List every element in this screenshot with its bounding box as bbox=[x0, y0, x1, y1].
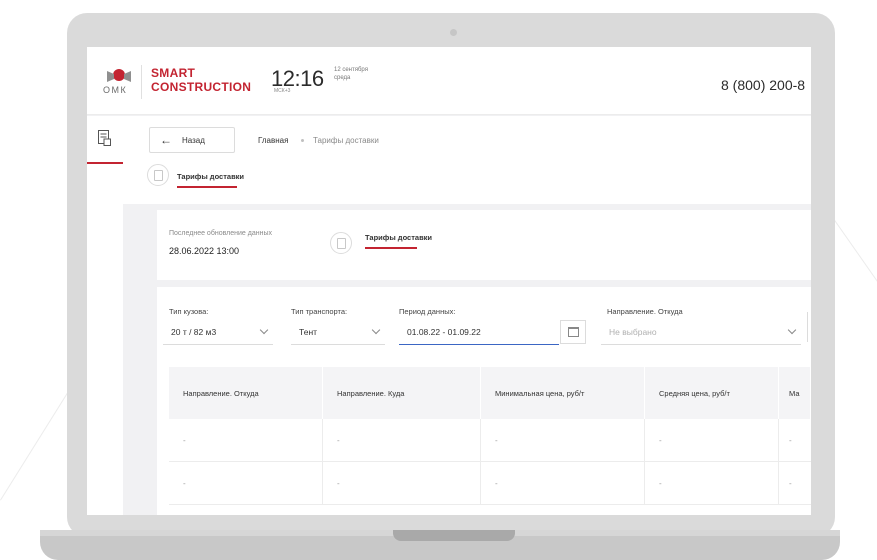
chevron-down-icon bbox=[787, 325, 797, 335]
side-rail bbox=[87, 116, 123, 515]
chevron-down-icon bbox=[371, 325, 381, 335]
breadcrumb-home[interactable]: Главная bbox=[258, 136, 288, 145]
app-screen: ОМК SMART CONSTRUCTION 12:16 12 сентября… bbox=[87, 47, 811, 515]
direction-from-label: Направление. Откуда bbox=[607, 307, 683, 316]
body-type-label: Тип кузова: bbox=[169, 307, 209, 316]
table-cell: - bbox=[169, 462, 323, 505]
table-cell: - bbox=[789, 479, 792, 488]
table-cell: - bbox=[789, 436, 792, 445]
calendar-button[interactable] bbox=[560, 320, 586, 344]
brand-line2: CONSTRUCTION bbox=[151, 80, 252, 94]
document-icon bbox=[154, 170, 163, 181]
tariffs-card: Тип кузова: 20 т / 82 м3 Тип транспорта:… bbox=[157, 287, 811, 515]
clock-date-day: 12 сентября bbox=[334, 67, 368, 73]
breadcrumb-bar: ← Назад Главная Тарифы доставки Тарифы д… bbox=[123, 116, 811, 204]
brand-line1: SMART bbox=[151, 66, 196, 80]
app-header: ОМК SMART CONSTRUCTION 12:16 12 сентября… bbox=[87, 47, 811, 115]
brand-divider bbox=[141, 65, 142, 99]
breadcrumb-current: Тарифы доставки bbox=[313, 136, 379, 145]
table-cell: - bbox=[645, 462, 779, 505]
document-icon bbox=[98, 130, 111, 146]
last-update-value: 28.06.2022 13:00 bbox=[169, 246, 240, 256]
period-input[interactable]: 01.08.22 - 01.09.22 bbox=[399, 319, 559, 345]
stage: ОМК SMART CONSTRUCTION 12:16 12 сентября… bbox=[0, 0, 877, 560]
support-phone[interactable]: 8 (800) 200-8 bbox=[721, 77, 805, 93]
last-update-label: Последнее обновление данных bbox=[169, 230, 272, 237]
laptop-notch bbox=[393, 530, 515, 541]
column-header-avg-price[interactable]: Средняя цена, руб/т bbox=[645, 367, 779, 419]
tab-icon-circle bbox=[330, 232, 352, 254]
column-header-max-price[interactable]: Ма bbox=[779, 367, 811, 419]
omk-logo-text: ОМК bbox=[103, 85, 128, 95]
table-cell: - bbox=[323, 419, 481, 462]
laptop-camera bbox=[450, 29, 457, 36]
period-value: 01.08.22 - 01.09.22 bbox=[407, 326, 481, 337]
column-header-from[interactable]: Направление. Откуда bbox=[169, 367, 323, 419]
next-filter-edge bbox=[807, 312, 811, 342]
transport-type-label: Тип транспорта: bbox=[291, 307, 348, 316]
table-cell: - bbox=[169, 419, 323, 462]
back-button-label: Назад bbox=[182, 135, 205, 145]
table-row[interactable]: - - - - - bbox=[169, 462, 811, 505]
chevron-down-icon bbox=[259, 325, 269, 335]
column-header-min-price[interactable]: Минимальная цена, руб/т bbox=[481, 367, 645, 419]
clock-date-weekday: среда bbox=[334, 75, 351, 81]
brand-name[interactable]: SMART CONSTRUCTION bbox=[151, 66, 251, 94]
breadcrumb-separator bbox=[301, 139, 304, 142]
tab-icon-circle bbox=[147, 164, 169, 186]
update-card: Последнее обновление данных 28.06.2022 1… bbox=[157, 210, 811, 280]
tab-delivery-tariffs[interactable]: Тарифы доставки bbox=[177, 172, 244, 181]
direction-from-select[interactable]: Не выбрано bbox=[601, 319, 801, 345]
rail-item-documents[interactable] bbox=[87, 116, 123, 164]
table-cell: - bbox=[481, 462, 645, 505]
calendar-icon bbox=[568, 327, 579, 337]
clock-date: 12 сентября среда bbox=[334, 66, 368, 82]
tab-delivery-tariffs-secondary[interactable]: Тарифы доставки bbox=[365, 233, 432, 242]
tab-active-underline bbox=[365, 247, 417, 249]
clock-timezone: МСК+3 bbox=[274, 88, 291, 94]
table-row[interactable]: - - - - - bbox=[169, 419, 811, 462]
tab-active-underline bbox=[177, 186, 237, 188]
period-label: Период данных: bbox=[399, 307, 456, 316]
transport-type-value: Тент bbox=[299, 326, 318, 337]
table-cell: - bbox=[645, 419, 779, 462]
body-type-value: 20 т / 82 м3 bbox=[171, 326, 217, 337]
transport-type-select[interactable]: Тент bbox=[291, 319, 385, 345]
column-header-to[interactable]: Направление. Куда bbox=[323, 367, 481, 419]
document-icon bbox=[337, 238, 346, 249]
table-cell: - bbox=[481, 419, 645, 462]
table-header-row: Направление. Откуда Направление. Куда Ми… bbox=[169, 367, 811, 419]
body-type-select[interactable]: 20 т / 82 м3 bbox=[163, 319, 273, 345]
back-button[interactable]: ← Назад bbox=[149, 127, 235, 153]
arrow-left-icon: ← bbox=[160, 133, 172, 147]
table-cell: - bbox=[323, 462, 481, 505]
direction-from-placeholder: Не выбрано bbox=[609, 326, 657, 337]
